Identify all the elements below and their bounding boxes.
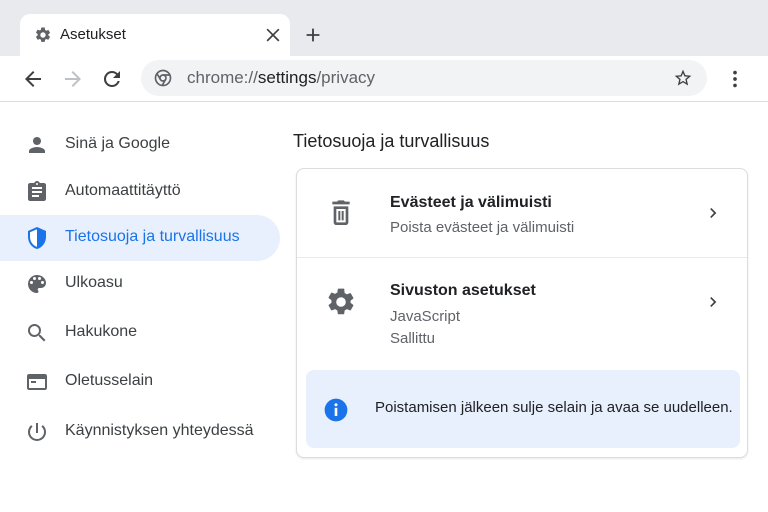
palette-icon	[28, 275, 46, 293]
row-status: Sallittu	[390, 330, 436, 347]
sidebar-item-label: Käynnistyksen yhteydessä	[65, 422, 254, 439]
url-scheme: chrome://	[187, 68, 258, 87]
sidebar-item-label: Oletusselain	[65, 372, 154, 389]
page-title: Tietosuoja ja turvallisuus	[293, 131, 490, 151]
address-bar[interactable]: chrome://settings/privacy	[141, 60, 707, 96]
row-subtitle: Poista evästeet ja välimuisti	[390, 219, 575, 236]
tab-title: Asetukset	[60, 26, 126, 43]
sidebar-item-on-startup[interactable]: Käynnistyksen yhteydessä	[0, 409, 280, 455]
info-icon	[324, 398, 348, 422]
row-title: Sivuston asetukset	[390, 282, 536, 299]
info-text: Poistamisen jälkeen sulje selain ja avaa…	[375, 399, 733, 416]
search-icon	[28, 324, 46, 342]
sidebar-item-label: Ulkoasu	[65, 274, 123, 291]
shield-icon	[28, 227, 46, 249]
trash-icon	[332, 200, 350, 225]
sidebar-item-label: Automaattitäyttö	[65, 182, 181, 199]
person-icon	[29, 137, 45, 153]
url-text: chrome://settings/privacy	[187, 68, 375, 88]
chevron-right-icon	[710, 208, 717, 218]
power-icon	[27, 423, 46, 441]
toolbar: chrome://settings/privacy	[0, 56, 768, 102]
reload-icon[interactable]	[100, 67, 124, 91]
sidebar-item-privacy-security[interactable]: Tietosuoja ja turvallisuus	[0, 215, 280, 261]
row-subtitle: JavaScript	[390, 308, 461, 325]
chrome-logo-icon	[154, 69, 172, 87]
clipboard-icon	[28, 181, 46, 201]
sidebar-item-label: Hakukone	[65, 323, 138, 340]
browser-window-icon	[27, 374, 47, 390]
url-path: /privacy	[316, 68, 376, 87]
sidebar-item-autofill[interactable]: Automaattitäyttö	[0, 169, 280, 215]
more-menu-icon[interactable]	[724, 67, 746, 91]
site-settings-row[interactable]: Sivuston asetukset JavaScript Sallittu	[297, 258, 747, 358]
sidebar-item-label: Sinä ja Google	[65, 135, 170, 152]
new-tab-icon[interactable]	[302, 24, 324, 46]
chevron-right-icon	[710, 297, 717, 307]
tab-settings[interactable]: Asetukset	[20, 14, 290, 56]
bookmark-star-icon[interactable]	[673, 68, 693, 88]
row-title: Evästeet ja välimuisti	[390, 194, 552, 211]
sidebar-item-label: Tietosuoja ja turvallisuus	[65, 228, 240, 245]
browser-window: Asetukset chrome://settings/privacy Sinä…	[0, 0, 768, 512]
back-arrow-icon[interactable]	[21, 67, 45, 91]
sidebar-item-appearance[interactable]: Ulkoasu	[0, 261, 280, 307]
close-icon[interactable]	[263, 25, 283, 45]
url-host: settings	[257, 68, 317, 87]
gear-icon	[35, 27, 51, 42]
tab-strip: Asetukset	[0, 0, 768, 56]
settings-card: Evästeet ja välimuisti Poista evästeet j…	[296, 168, 748, 458]
info-banner: Poistamisen jälkeen sulje selain ja avaa…	[306, 370, 740, 448]
forward-arrow-icon[interactable]	[61, 67, 85, 91]
sidebar-item-search-engine[interactable]: Hakukone	[0, 310, 280, 356]
settings-sidebar: Sinä ja Google Automaattitäyttö Tietosuo…	[0, 102, 285, 512]
cookies-cache-row[interactable]: Evästeet ja välimuisti Poista evästeet j…	[297, 169, 747, 258]
gear-icon	[328, 288, 354, 315]
sidebar-item-you-and-google[interactable]: Sinä ja Google	[0, 122, 280, 168]
sidebar-item-default-browser[interactable]: Oletusselain	[0, 359, 280, 405]
